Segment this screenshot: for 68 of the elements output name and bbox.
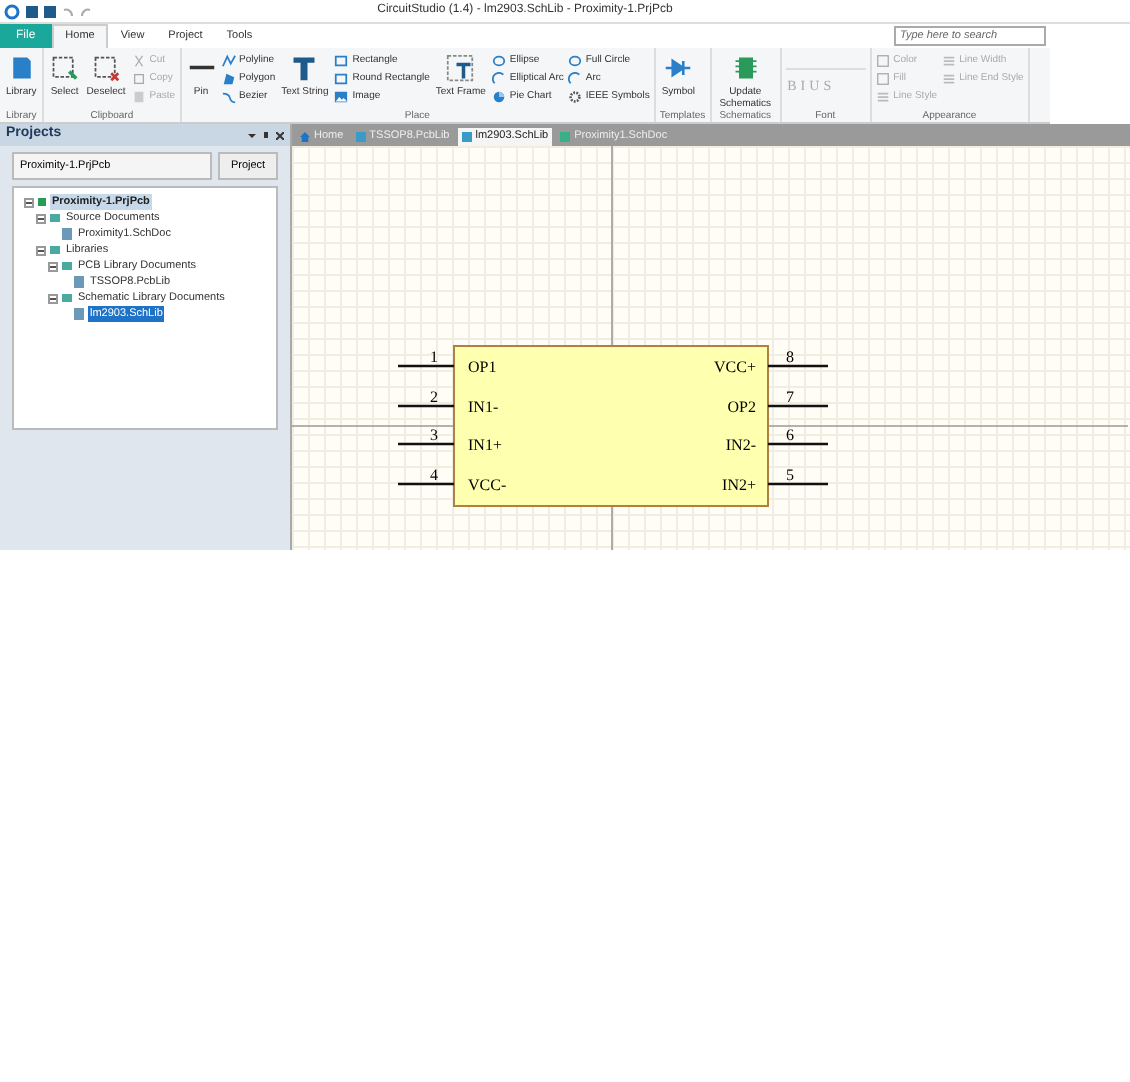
- collapse-icon[interactable]: [36, 245, 46, 255]
- save-all-icon[interactable]: [44, 5, 56, 17]
- ellipse-icon: [567, 54, 582, 68]
- collapse-icon[interactable]: [24, 197, 34, 207]
- pin-line: [768, 442, 828, 446]
- folder-icon: [62, 294, 72, 302]
- pin-name: IN1-: [468, 398, 499, 416]
- pin-name: IN1+: [468, 436, 502, 454]
- file-icon: [461, 132, 472, 142]
- chip-icon: [731, 54, 760, 82]
- deselect-icon: [92, 54, 121, 82]
- pin-line: [398, 364, 454, 368]
- pin-number: 3: [430, 426, 438, 444]
- project-icon: [38, 198, 46, 206]
- close-icon[interactable]: [276, 131, 284, 139]
- arc-icon: [491, 72, 506, 86]
- pin-name: OP2: [727, 398, 756, 416]
- letter-t-icon: [290, 54, 319, 82]
- document-icon: [74, 276, 84, 288]
- lines-icon: [941, 72, 956, 86]
- pin-number: 2: [430, 388, 438, 406]
- pin-name: IN2-: [725, 436, 756, 454]
- lines-icon: [941, 54, 956, 68]
- pin-name: IN2+: [722, 476, 756, 494]
- home-icon: [300, 132, 310, 142]
- pin-line: [398, 404, 454, 408]
- pin-line: [768, 364, 828, 368]
- folder-icon: [50, 214, 60, 222]
- pin-number: 8: [786, 348, 794, 366]
- pin-number: 7: [786, 388, 794, 406]
- pie-chart-icon: [491, 90, 506, 104]
- text-frame-icon: [446, 54, 475, 82]
- pin-number: 4: [430, 466, 438, 484]
- lines-icon: [875, 90, 890, 104]
- polyline-icon: [221, 54, 236, 68]
- pin-name: VCC-: [468, 476, 507, 494]
- app-logo-icon: [4, 3, 20, 19]
- pin-line: [398, 442, 454, 446]
- file-icon: [560, 132, 571, 142]
- panel-menu-icon[interactable]: [248, 131, 256, 139]
- polygon-icon: [221, 72, 236, 86]
- document-icon: [62, 228, 72, 240]
- pin-name: VCC+: [714, 358, 756, 376]
- arc-icon: [567, 72, 582, 86]
- pin-line: [768, 404, 828, 408]
- ellipse-icon: [491, 54, 506, 68]
- gear-icon: [567, 90, 582, 104]
- pin-number: 6: [786, 426, 794, 444]
- curve-icon: [221, 90, 236, 104]
- line-icon: [187, 64, 216, 72]
- pin-name: OP1: [468, 358, 497, 376]
- collapse-icon[interactable]: [48, 293, 58, 303]
- checkbox-icon: [875, 54, 890, 68]
- pin-line: [398, 482, 454, 486]
- select-icon: [50, 54, 79, 82]
- save-icon[interactable]: [26, 5, 38, 17]
- pin-line: [768, 482, 828, 486]
- pin-number: 5: [786, 466, 794, 484]
- document-icon: [74, 308, 84, 320]
- file-icon: [355, 132, 366, 142]
- diode-icon: [664, 54, 693, 82]
- book-icon: [7, 54, 36, 82]
- pin-number: 1: [430, 348, 438, 366]
- checkbox-icon: [875, 72, 890, 86]
- collapse-icon[interactable]: [36, 213, 46, 223]
- pin-icon[interactable]: [262, 131, 270, 139]
- collapse-icon[interactable]: [48, 261, 58, 271]
- image-icon: [334, 90, 349, 104]
